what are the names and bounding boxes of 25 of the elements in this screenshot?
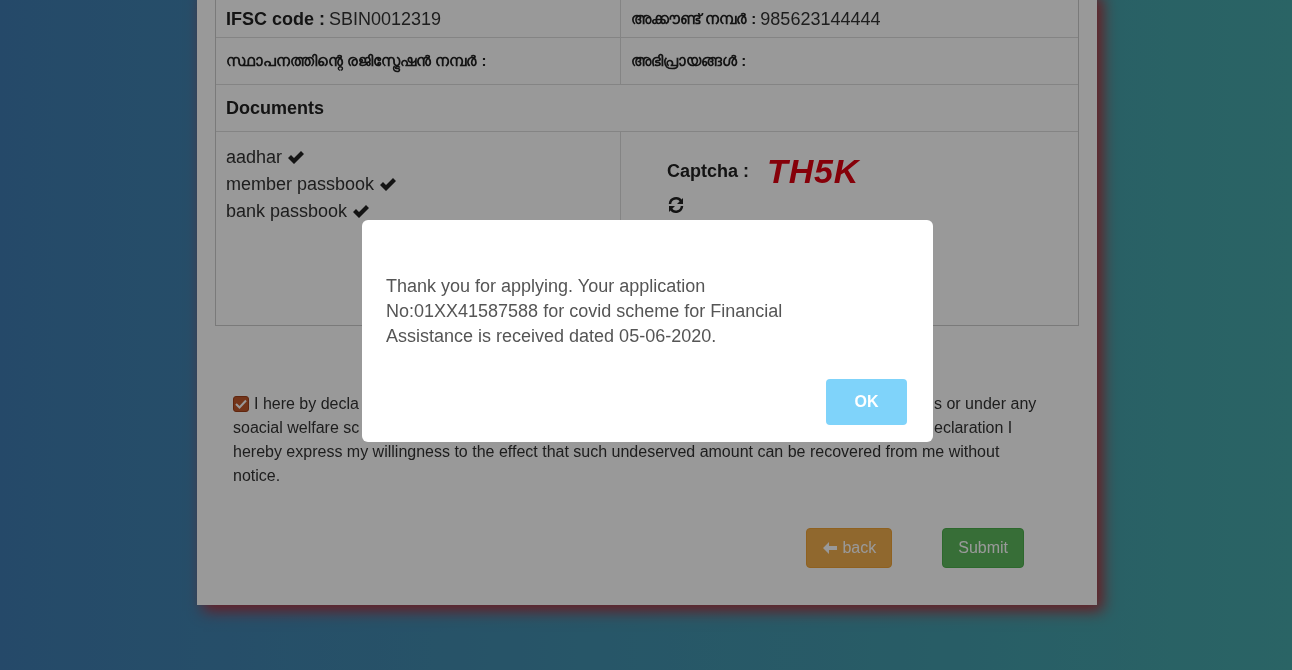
left-arrow-icon bbox=[822, 541, 839, 555]
back-button[interactable]: back bbox=[806, 528, 893, 568]
dialog-message: Thank you for applying. Your application No:01XX41587588 for covid scheme for Financial Assistance is received dated 05-06-2020. bbox=[386, 275, 784, 348]
field-label: IFSC code : bbox=[226, 7, 325, 31]
refresh-icon[interactable] bbox=[667, 196, 685, 214]
checkbox[interactable] bbox=[233, 396, 249, 412]
declaration-text: notice. bbox=[233, 466, 281, 486]
field-value: SBIN0012319 bbox=[329, 7, 442, 31]
document-name: member passbook bbox=[226, 173, 375, 196]
field-label: അഭിപ്രായങ്ങൾ : bbox=[631, 50, 747, 72]
field-value: 985623144444 bbox=[760, 7, 881, 31]
ok-button[interactable]: OK bbox=[826, 379, 907, 425]
declaration-text: hereby express my willingness to the effect that such undeserved amount can be recovered from me without bbox=[233, 442, 1000, 462]
field-label: അക്കൗണ്ട് നമ്പർ : bbox=[631, 8, 757, 29]
declaration-text: eclaration I bbox=[934, 418, 1014, 438]
declaration-text: I here by decla bbox=[254, 394, 359, 414]
declaration-text: s or under any bbox=[934, 394, 1038, 414]
submit-button[interactable]: Submit bbox=[942, 528, 1024, 568]
captcha-label: Captcha : bbox=[667, 160, 749, 183]
document-name: bank passbook bbox=[226, 200, 348, 223]
declaration-text: soacial welfare sc bbox=[233, 418, 360, 438]
captcha-image: TH5K bbox=[767, 154, 860, 188]
field-label: സ്ഥാപനത്തിന്റെ രജിസ്ട്രേഷൻ നമ്പർ : bbox=[226, 49, 487, 73]
document-name: aadhar bbox=[226, 146, 283, 169]
section-heading: Documents bbox=[226, 96, 324, 120]
